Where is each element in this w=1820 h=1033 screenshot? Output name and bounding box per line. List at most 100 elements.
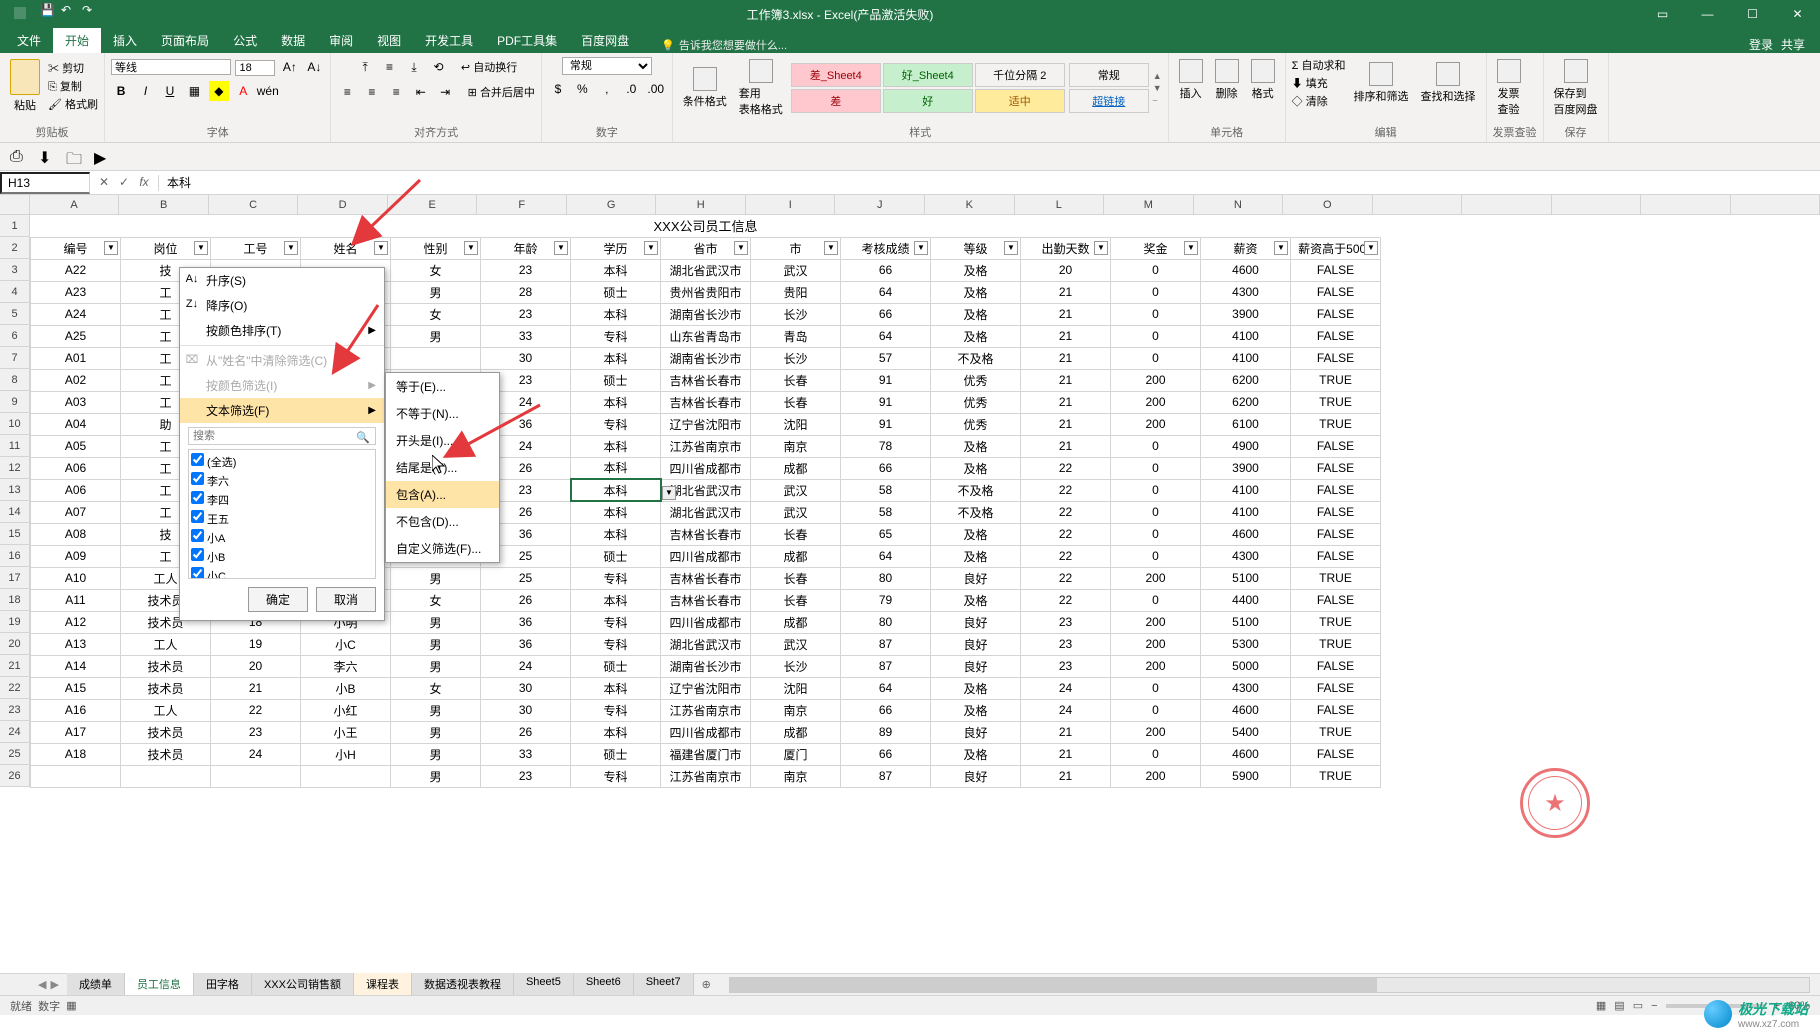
cell[interactable]: 5100 xyxy=(1201,611,1291,633)
cell[interactable]: FALSE xyxy=(1291,501,1381,523)
merge-button[interactable]: ⊞ 合并后居中 xyxy=(468,87,535,99)
cell[interactable]: A10 xyxy=(31,567,121,589)
style-thousand[interactable]: 千位分隔 2 xyxy=(975,63,1065,87)
cell[interactable]: FALSE xyxy=(1291,699,1381,721)
cell[interactable]: 武汉 xyxy=(751,501,841,523)
cell[interactable]: 5400 xyxy=(1201,721,1291,743)
cell[interactable]: 21 xyxy=(1021,765,1111,787)
cell[interactable]: 64 xyxy=(841,677,931,699)
cell[interactable]: 专科 xyxy=(571,611,661,633)
ribbon-tab-视图[interactable]: 视图 xyxy=(365,28,413,53)
ribbon-tab-数据[interactable]: 数据 xyxy=(269,28,317,53)
inc-decimal-icon[interactable]: .0 xyxy=(621,79,641,99)
font-color-button[interactable]: A xyxy=(233,81,253,101)
cell[interactable]: TRUE xyxy=(1291,567,1381,589)
cell[interactable]: 21 xyxy=(1021,325,1111,347)
cell[interactable]: 技术员 xyxy=(121,721,211,743)
cell[interactable]: A14 xyxy=(31,655,121,677)
filter-notcontains-item[interactable]: 不包含(D)... xyxy=(386,508,499,535)
cell[interactable]: 33 xyxy=(481,325,571,347)
cell[interactable]: 5000 xyxy=(1201,655,1291,677)
cell[interactable] xyxy=(121,765,211,787)
cell[interactable]: 22 xyxy=(1021,457,1111,479)
cell[interactable]: 四川省成都市 xyxy=(661,545,751,567)
column-header-G[interactable]: 学历▼ xyxy=(571,237,661,259)
formula-bar[interactable]: 本科 xyxy=(159,172,1820,193)
wrap-text-button[interactable]: ↩ 自动换行 xyxy=(461,62,517,74)
cell[interactable]: 4600 xyxy=(1201,743,1291,765)
column-header-K[interactable]: 等级▼ xyxy=(931,237,1021,259)
style-scroll-up-icon[interactable]: ▲ xyxy=(1153,71,1162,81)
fill-button[interactable]: ⬇ 填充 xyxy=(1292,75,1346,91)
cell[interactable]: 成都 xyxy=(751,545,841,567)
cell[interactable]: FALSE xyxy=(1291,479,1381,501)
cell[interactable]: 沈阳 xyxy=(751,413,841,435)
cell[interactable]: 21 xyxy=(1021,413,1111,435)
column-header-C[interactable]: 工号▼ xyxy=(211,237,301,259)
ribbon-tab-页面布局[interactable]: 页面布局 xyxy=(149,28,221,53)
cell[interactable]: 长春 xyxy=(751,369,841,391)
cell[interactable]: FALSE xyxy=(1291,457,1381,479)
filter-begins-item[interactable]: 开头是(I)... xyxy=(386,427,499,454)
cell[interactable]: FALSE xyxy=(1291,325,1381,347)
cell[interactable]: 长春 xyxy=(751,391,841,413)
cell[interactable]: 0 xyxy=(1111,259,1201,281)
cell[interactable]: 24 xyxy=(481,655,571,677)
row-header-26[interactable]: 26 xyxy=(0,765,30,787)
cell[interactable]: 技术员 xyxy=(121,743,211,765)
ribbon-tab-百度网盘[interactable]: 百度网盘 xyxy=(569,28,641,53)
cell[interactable]: 及格 xyxy=(931,677,1021,699)
cell[interactable]: 4100 xyxy=(1201,325,1291,347)
cell[interactable]: 优秀 xyxy=(931,391,1021,413)
cell[interactable]: 南京 xyxy=(751,435,841,457)
cell[interactable]: 6200 xyxy=(1201,391,1291,413)
delete-cells-button[interactable]: 删除 xyxy=(1211,57,1243,103)
cell[interactable]: 0 xyxy=(1111,743,1201,765)
filter-value-item[interactable]: 王五 xyxy=(191,509,373,528)
cell[interactable]: 湖北省武汉市 xyxy=(661,633,751,655)
style-neutral[interactable]: 适中 xyxy=(975,89,1065,113)
cell[interactable]: 23 xyxy=(211,721,301,743)
cell[interactable]: 89 xyxy=(841,721,931,743)
cell[interactable]: FALSE xyxy=(1291,743,1381,765)
col-header-O[interactable]: O xyxy=(1283,195,1373,214)
ws-nav-first-icon[interactable]: ◀ xyxy=(38,978,46,991)
invoice-button[interactable]: 发票 查验 xyxy=(1493,57,1525,119)
row-header-8[interactable]: 8 xyxy=(0,369,30,391)
column-header-E[interactable]: 性别▼ xyxy=(391,237,481,259)
login-link[interactable]: 登录 xyxy=(1749,36,1773,53)
cell[interactable]: FALSE xyxy=(1291,677,1381,699)
cell[interactable]: 4900 xyxy=(1201,435,1291,457)
filter-button-F[interactable]: ▼ xyxy=(554,241,568,255)
cell[interactable]: 58 xyxy=(841,479,931,501)
style-more-icon[interactable]: ⎯ xyxy=(1153,95,1162,106)
ribbon-tab-文件[interactable]: 文件 xyxy=(5,28,53,53)
cell[interactable]: 91 xyxy=(841,369,931,391)
cell[interactable]: 福建省厦门市 xyxy=(661,743,751,765)
cell[interactable]: 江苏省南京市 xyxy=(661,699,751,721)
cell[interactable]: 0 xyxy=(1111,523,1201,545)
cell[interactable]: 山东省青岛市 xyxy=(661,325,751,347)
style-scroll-down-icon[interactable]: ▼ xyxy=(1153,83,1162,93)
filter-notequals-item[interactable]: 不等于(N)... xyxy=(386,400,499,427)
cell[interactable]: 小王 xyxy=(301,721,391,743)
cell[interactable]: A25 xyxy=(31,325,121,347)
style-good[interactable]: 好 xyxy=(883,89,973,113)
filter-values-list[interactable]: (全选) 李六 李四 王五 小A 小B 小C 小D 小E 小F xyxy=(188,449,376,579)
cell[interactable]: 0 xyxy=(1111,457,1201,479)
filter-button-L[interactable]: ▼ xyxy=(1094,241,1108,255)
cell[interactable]: 5900 xyxy=(1201,765,1291,787)
cell[interactable]: 20 xyxy=(1021,259,1111,281)
row-header-5[interactable]: 5 xyxy=(0,303,30,325)
row-header-19[interactable]: 19 xyxy=(0,611,30,633)
row-header-1[interactable]: 1 xyxy=(0,215,30,237)
col-header-D[interactable]: D xyxy=(298,195,388,214)
cell[interactable]: 26 xyxy=(481,721,571,743)
cell[interactable]: 硕士 xyxy=(571,743,661,765)
cell[interactable]: A15 xyxy=(31,677,121,699)
cell[interactable]: 及格 xyxy=(931,523,1021,545)
zoom-out-icon[interactable]: − xyxy=(1651,1000,1657,1012)
cell[interactable]: 小红 xyxy=(301,699,391,721)
cell[interactable]: 湖北省武汉市 xyxy=(661,501,751,523)
format-cells-button[interactable]: 格式 xyxy=(1247,57,1279,103)
